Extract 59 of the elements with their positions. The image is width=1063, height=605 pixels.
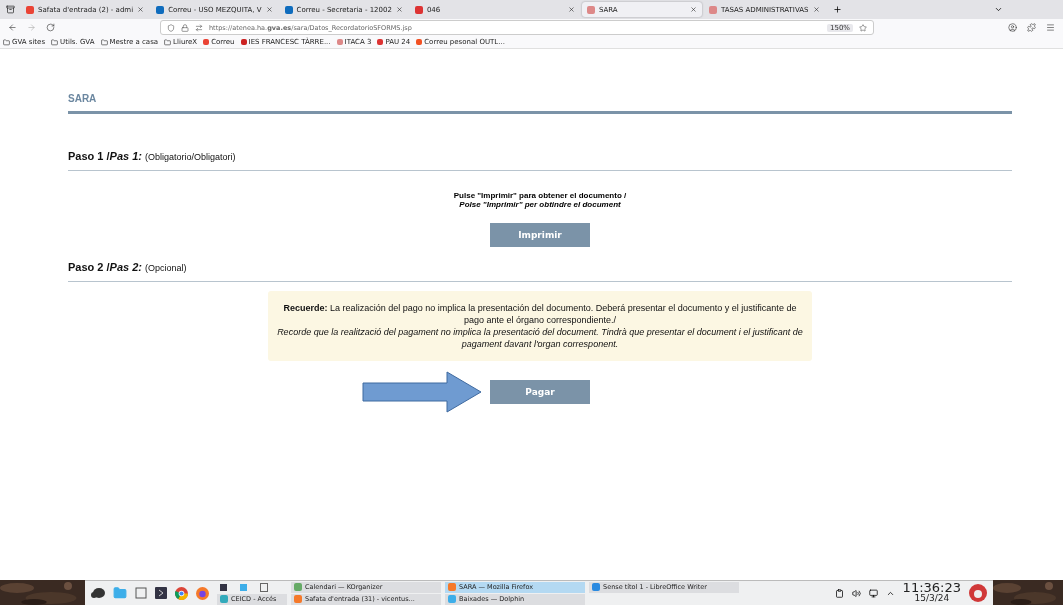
back-icon[interactable]	[8, 23, 17, 32]
close-icon[interactable]	[812, 6, 820, 13]
page-title: SARA	[68, 93, 1012, 114]
close-icon[interactable]	[137, 6, 145, 13]
step-heading: Paso 2 /Pas 2:	[68, 261, 142, 273]
window-icon[interactable]	[135, 587, 147, 599]
display-icon[interactable]	[868, 588, 878, 598]
favicon-icon	[586, 5, 595, 14]
system-monitor-icon[interactable]	[220, 583, 227, 591]
favicon-icon	[156, 5, 165, 14]
reload-icon[interactable]	[46, 23, 55, 32]
shield-icon	[167, 23, 175, 32]
favicon-icon	[26, 5, 34, 14]
favicon-icon	[240, 39, 247, 45]
step-note: (Opcional)	[145, 263, 187, 273]
close-icon[interactable]	[395, 6, 403, 13]
notice-text: Recorde que la realització del pagament no implica la presentació del document. Tindrà que presentar el document i el justificant de pagament davant l'organ corresponent.	[276, 326, 804, 350]
favicon-icon	[336, 39, 343, 45]
clock[interactable]: 11:36:23 15/3/24	[902, 582, 961, 604]
document-icon[interactable]	[260, 582, 268, 592]
favicon-icon	[203, 39, 210, 45]
account-icon[interactable]	[1008, 23, 1017, 32]
new-tab-icon[interactable]	[832, 5, 842, 14]
permissions-icon	[195, 23, 203, 32]
folder-icon	[164, 38, 172, 46]
app-launcher-icon[interactable]	[91, 587, 105, 599]
tab-list-icon[interactable]	[6, 5, 15, 14]
extensions-icon[interactable]	[1027, 23, 1036, 32]
step-heading: Paso 1 /Pas 1:	[68, 150, 142, 162]
tab-menu-icon[interactable]	[994, 5, 1003, 14]
clipboard-icon[interactable]	[834, 588, 844, 598]
chrome-icon[interactable]	[175, 586, 188, 600]
folder-icon	[51, 38, 59, 46]
terminal-icon[interactable]	[155, 587, 167, 599]
menu-icon[interactable]	[1046, 23, 1055, 32]
folder-icon[interactable]	[113, 586, 127, 600]
close-icon[interactable]	[265, 6, 273, 13]
favicon-icon	[377, 39, 384, 45]
close-icon[interactable]	[567, 6, 575, 13]
step-note: (Obligatorio/Obligatori)	[145, 152, 236, 162]
instruction-text: Polse "Imprimir" per obtindre el document	[459, 200, 621, 209]
app-icon	[592, 583, 600, 591]
favicon-icon	[708, 5, 717, 14]
folder-icon	[3, 38, 10, 46]
notice-text: Recuerde: La realización del pago no implica la presentación del documento. Deberá presentar el documento y el justificante de pago ante el órgano correspondiente./	[282, 302, 798, 326]
folder-icon	[100, 38, 108, 46]
app-icon	[220, 595, 228, 603]
volume-icon[interactable]	[851, 588, 861, 598]
close-icon[interactable]	[689, 6, 697, 13]
avatar-icon[interactable]	[969, 584, 987, 602]
arrow-icon	[362, 371, 482, 413]
firefox-icon[interactable]	[196, 586, 209, 600]
favicon-icon	[414, 5, 423, 14]
instruction-text: Pulse "Imprimir" para obtener el documento /	[453, 191, 627, 200]
widget-icon[interactable]	[240, 583, 247, 591]
favicon-icon	[284, 5, 293, 14]
lock-icon	[181, 23, 189, 32]
bookmark-star-icon[interactable]	[859, 23, 867, 32]
favicon-icon	[416, 39, 423, 45]
